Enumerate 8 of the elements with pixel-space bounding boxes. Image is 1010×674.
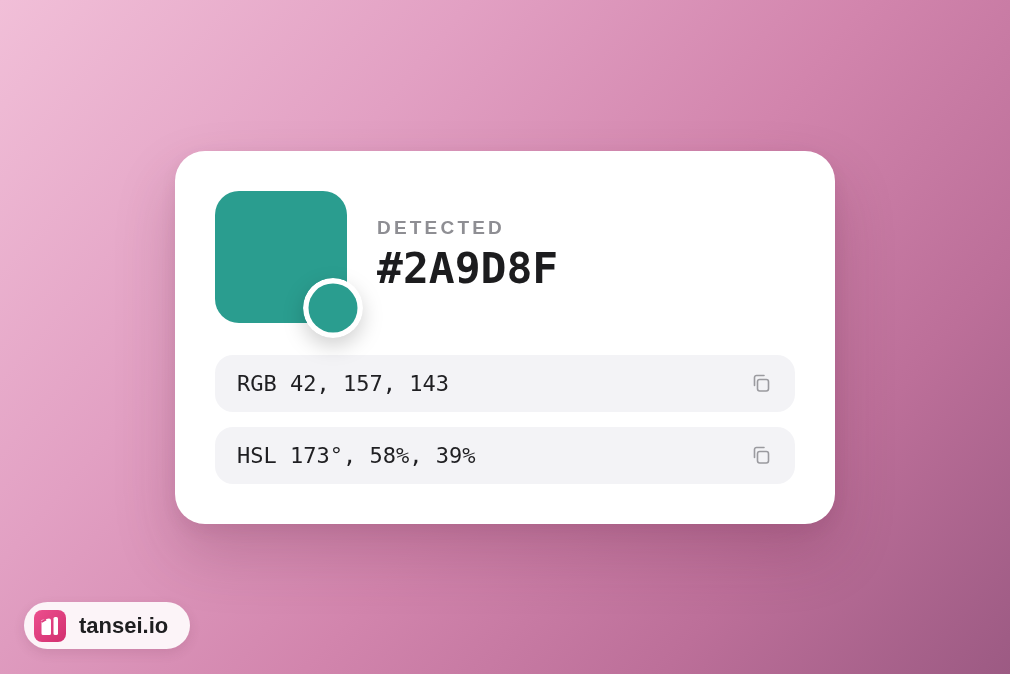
- hex-value: #2A9D8F: [377, 244, 559, 294]
- copy-icon[interactable]: [751, 445, 771, 465]
- detected-label: DETECTED: [377, 217, 505, 241]
- color-value-text: HSL 173°, 58%, 39%: [237, 442, 476, 468]
- app-logo-icon: [34, 609, 66, 642]
- brand-name: tansei.io: [79, 612, 169, 639]
- copy-icon[interactable]: [751, 373, 771, 393]
- color-value-text: RGB 42, 157, 143: [237, 370, 449, 396]
